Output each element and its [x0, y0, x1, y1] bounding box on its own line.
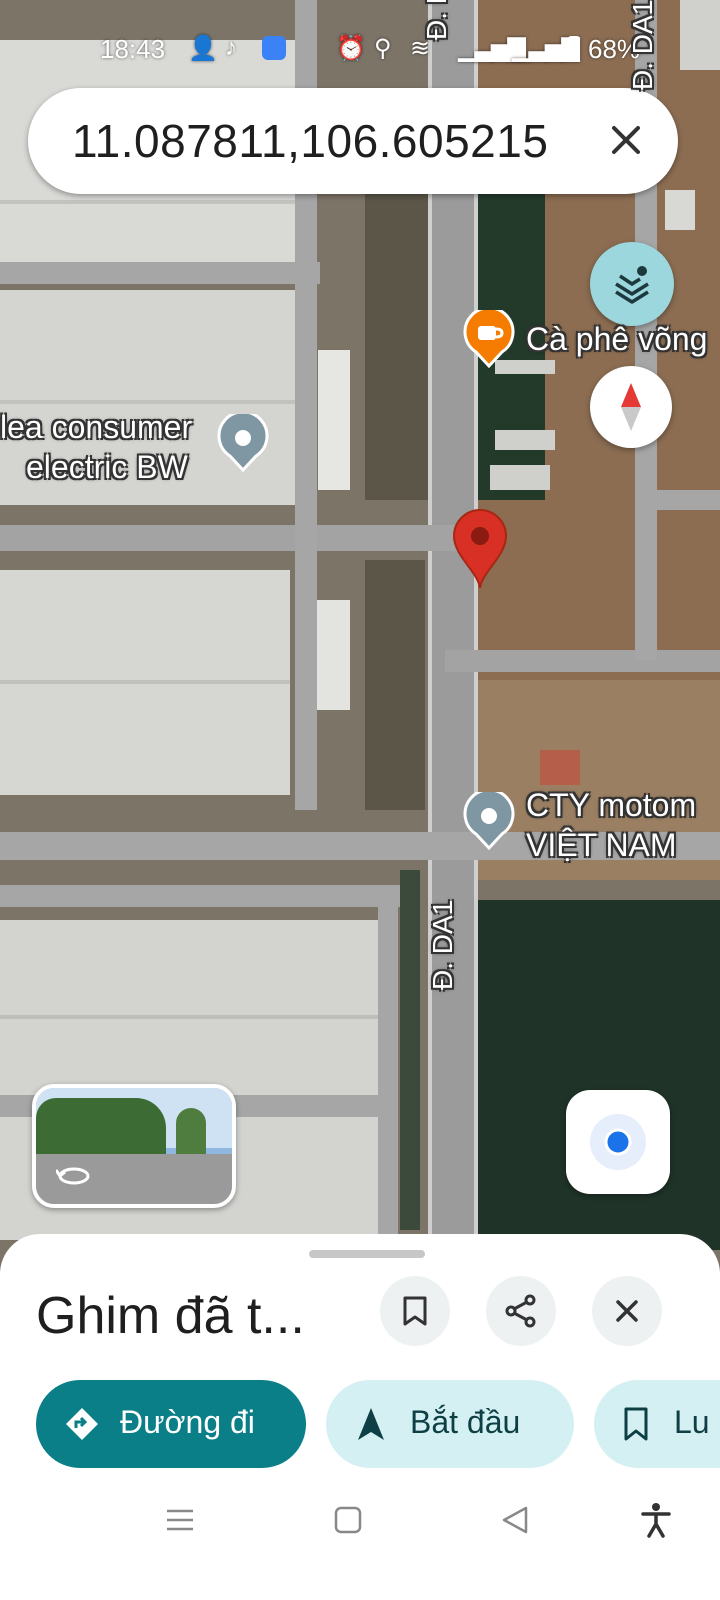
small-building	[314, 600, 350, 710]
small-building	[665, 190, 695, 230]
compass-button[interactable]	[590, 366, 672, 448]
cafe-label[interactable]: Cà phê võng	[526, 320, 707, 358]
tree-strip-left-3	[400, 870, 420, 1230]
home-icon[interactable]	[332, 1504, 364, 1541]
factory-pin[interactable]	[216, 410, 270, 473]
forest-area	[470, 900, 720, 1250]
tree-strip-left-2	[365, 560, 425, 810]
factory-label-line2[interactable]: electric BW	[26, 448, 188, 486]
navigation-arrow-icon	[356, 1406, 386, 1450]
start-label: Bắt đầu	[410, 1404, 521, 1440]
factory-label-line1[interactable]: lea consumer	[0, 408, 192, 446]
save-place-button[interactable]: Lu	[594, 1380, 720, 1468]
save-label: Lu	[674, 1404, 710, 1440]
my-location-button[interactable]	[566, 1090, 670, 1194]
search-bar[interactable]: 11.087811,106.605215	[28, 88, 678, 194]
layers-button[interactable]	[590, 242, 674, 326]
nav-bar	[0, 1480, 720, 1600]
roof-seam	[0, 200, 300, 204]
battery-icon	[568, 36, 580, 60]
trees	[176, 1108, 206, 1158]
bookmark-icon	[401, 1295, 429, 1332]
road-label-top-right: Đ. DA1	[627, 0, 658, 90]
start-button[interactable]: Bắt đầu	[326, 1380, 574, 1468]
drag-handle[interactable]	[309, 1250, 425, 1258]
small-building	[540, 750, 580, 785]
road-horizontal	[0, 525, 470, 551]
road-horizontal	[0, 885, 400, 907]
close-icon	[613, 1297, 641, 1330]
roof-seam	[0, 1015, 380, 1019]
company-pin[interactable]	[462, 788, 516, 851]
small-building	[490, 465, 550, 490]
app-icon	[262, 36, 286, 60]
road-label-top: Đ. DA1	[418, 0, 456, 40]
company-label-line1[interactable]: CTY motom	[526, 786, 696, 824]
menu-icon[interactable]	[164, 1504, 196, 1541]
directions-button[interactable]: Đường đi	[36, 1380, 306, 1468]
directions-label: Đường đi	[120, 1404, 255, 1440]
small-building	[318, 350, 350, 490]
company-label-line2[interactable]: VIỆT NAM	[526, 826, 677, 864]
share-button[interactable]	[486, 1276, 556, 1346]
rotate-360-icon	[54, 1164, 92, 1193]
close-sheet-button[interactable]	[592, 1276, 662, 1346]
contacts-icon: 👤	[188, 35, 218, 62]
bookmark-icon	[622, 1406, 650, 1450]
street-view-thumbnail[interactable]	[32, 1084, 236, 1208]
search-query[interactable]: 11.087811,106.605215	[72, 114, 548, 168]
layers-icon	[610, 262, 654, 311]
status-time: 18:43	[100, 34, 166, 64]
small-building	[495, 430, 555, 450]
alarm-icon: ⏰	[336, 35, 366, 62]
status-bar: 18:43 👤 ♪ ⏰ ⚲ ≋ ▁▃▅▇ ▁▃▅▇ 68%	[0, 24, 720, 72]
road-vertical	[378, 895, 398, 1235]
location-icon: ⚲	[374, 35, 392, 62]
close-icon[interactable]	[602, 116, 650, 164]
my-location-icon	[588, 1112, 648, 1177]
tiktok-icon: ♪	[225, 34, 237, 61]
cafe-pin[interactable]	[462, 306, 516, 369]
road-label-main: Đ. DA1	[427, 899, 458, 990]
compass-icon	[611, 381, 651, 438]
trees	[36, 1098, 166, 1158]
share-icon	[504, 1294, 538, 1333]
place-title: Ghim đã t...	[36, 1287, 305, 1345]
road-horizontal	[655, 490, 720, 510]
directions-icon	[64, 1406, 100, 1450]
save-button[interactable]	[380, 1276, 450, 1346]
road-horizontal	[0, 262, 320, 284]
back-icon[interactable]	[500, 1504, 532, 1541]
roof-seam	[0, 680, 290, 684]
road-horizontal	[445, 650, 720, 672]
accessibility-icon[interactable]	[640, 1502, 672, 1543]
tree-strip-left	[365, 190, 430, 500]
roof-seam	[0, 400, 300, 404]
dropped-pin[interactable]	[448, 506, 512, 590]
